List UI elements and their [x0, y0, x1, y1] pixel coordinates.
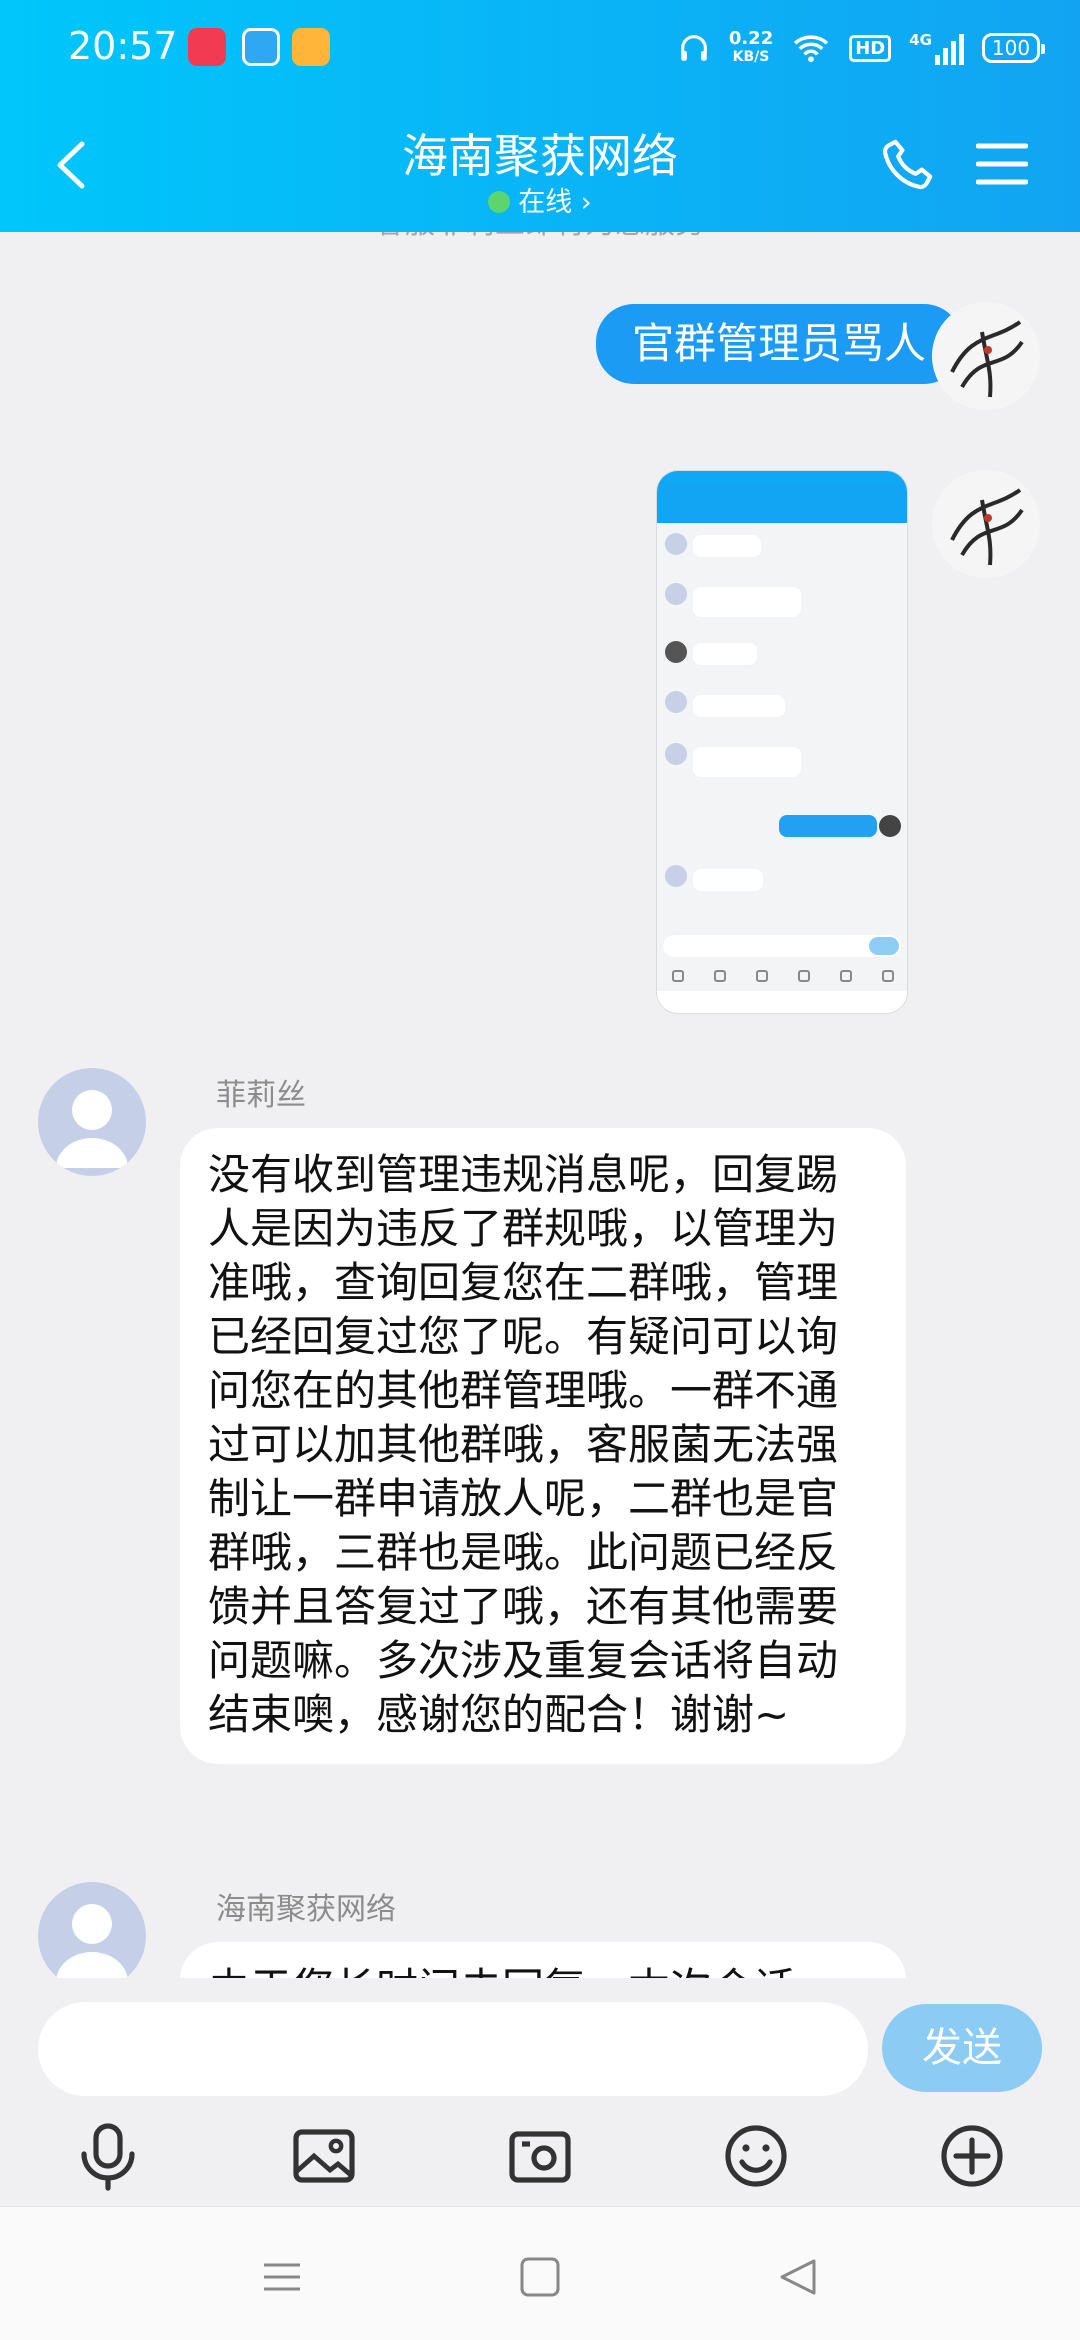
agent-avatar[interactable] — [38, 1882, 146, 1978]
weibo-app-icon — [292, 28, 330, 66]
network-speed: 0.22 KB/S — [729, 30, 773, 66]
music-app-icon — [188, 28, 226, 66]
thumb-navbar — [657, 991, 907, 1013]
status-time: 20:57 — [68, 24, 178, 68]
message-bubble-self[interactable]: 官群管理员骂人 — [595, 304, 962, 384]
thumb-statusbar — [657, 471, 907, 485]
chevron-right-icon: › — [580, 187, 592, 218]
sender-name: 海南聚获网络 — [216, 1892, 396, 1927]
home-icon[interactable] — [518, 2257, 562, 2297]
status-indicators: 0.22 KB/S HD 4G 100 — [677, 26, 1045, 70]
user-avatar[interactable] — [932, 302, 1040, 410]
screenshot-image[interactable] — [656, 470, 908, 1014]
message-text: 由于您长时间未回复，本次会话 — [208, 1964, 796, 1978]
menu-icon[interactable] — [976, 142, 1028, 186]
input-bar: 发送 — [0, 1978, 1080, 2206]
headphones-icon — [680, 35, 707, 61]
battery-indicator: 100 — [982, 33, 1045, 63]
phone-icon[interactable] — [880, 136, 936, 192]
thumb-toolbar — [657, 965, 907, 987]
qq-app-icon — [242, 28, 280, 66]
message-bubble-agent[interactable]: 由于您长时间未回复，本次会话 — [180, 1942, 906, 1978]
recent-apps-icon[interactable] — [260, 2257, 304, 2297]
online-dot-icon — [488, 191, 511, 213]
status-bar: 20:57 0.22 KB/S HD 4G 100 — [0, 0, 1080, 96]
message-text: 没有收到管理违规消息呢，回复踢人是因为违反了群规哦，以管理为准哦，查询回复您在二… — [208, 1150, 839, 1739]
hd-badge: HD — [849, 34, 892, 62]
wifi-icon — [794, 35, 829, 63]
network-speed-value: 0.22 — [728, 28, 774, 49]
sender-name: 菲莉丝 — [216, 1078, 306, 1113]
network-speed-unit: KB/S — [732, 49, 770, 65]
chat-area[interactable]: 客服菲莉丝即将为您服务 官群管理员骂人 菲莉丝 没有收到管理违规消息呢，回复踢人… — [0, 232, 1080, 1978]
system-nav-bar — [0, 2206, 1080, 2340]
agent-avatar[interactable] — [38, 1068, 146, 1176]
message-bubble-agent[interactable]: 没有收到管理违规消息呢，回复踢人是因为违反了群规哦，以管理为准哦，查询回复您在二… — [180, 1128, 906, 1764]
image-icon[interactable] — [288, 2120, 360, 2192]
emoji-icon[interactable] — [720, 2120, 792, 2192]
message-text: 官群管理员骂人 — [631, 319, 926, 368]
signal-label: 4G — [909, 31, 932, 49]
send-button[interactable]: 发送 — [882, 2004, 1042, 2092]
camera-icon[interactable] — [504, 2120, 576, 2192]
thumb-input — [663, 935, 901, 957]
user-avatar[interactable] — [932, 470, 1040, 578]
online-status-label: 在线 — [518, 187, 573, 218]
thumb-titlebar — [657, 485, 907, 523]
system-note: 客服菲莉丝即将为您服务 — [0, 232, 1080, 242]
thumb-send — [869, 937, 899, 955]
message-input[interactable] — [38, 2002, 868, 2096]
plus-icon[interactable] — [936, 2120, 1008, 2192]
top-bar: 20:57 0.22 KB/S HD 4G 100 海南聚获网络 在线 › — [0, 0, 1080, 232]
voice-icon[interactable] — [72, 2120, 144, 2192]
back-nav-icon[interactable] — [776, 2257, 820, 2297]
signal-indicator: 4G — [909, 31, 964, 65]
